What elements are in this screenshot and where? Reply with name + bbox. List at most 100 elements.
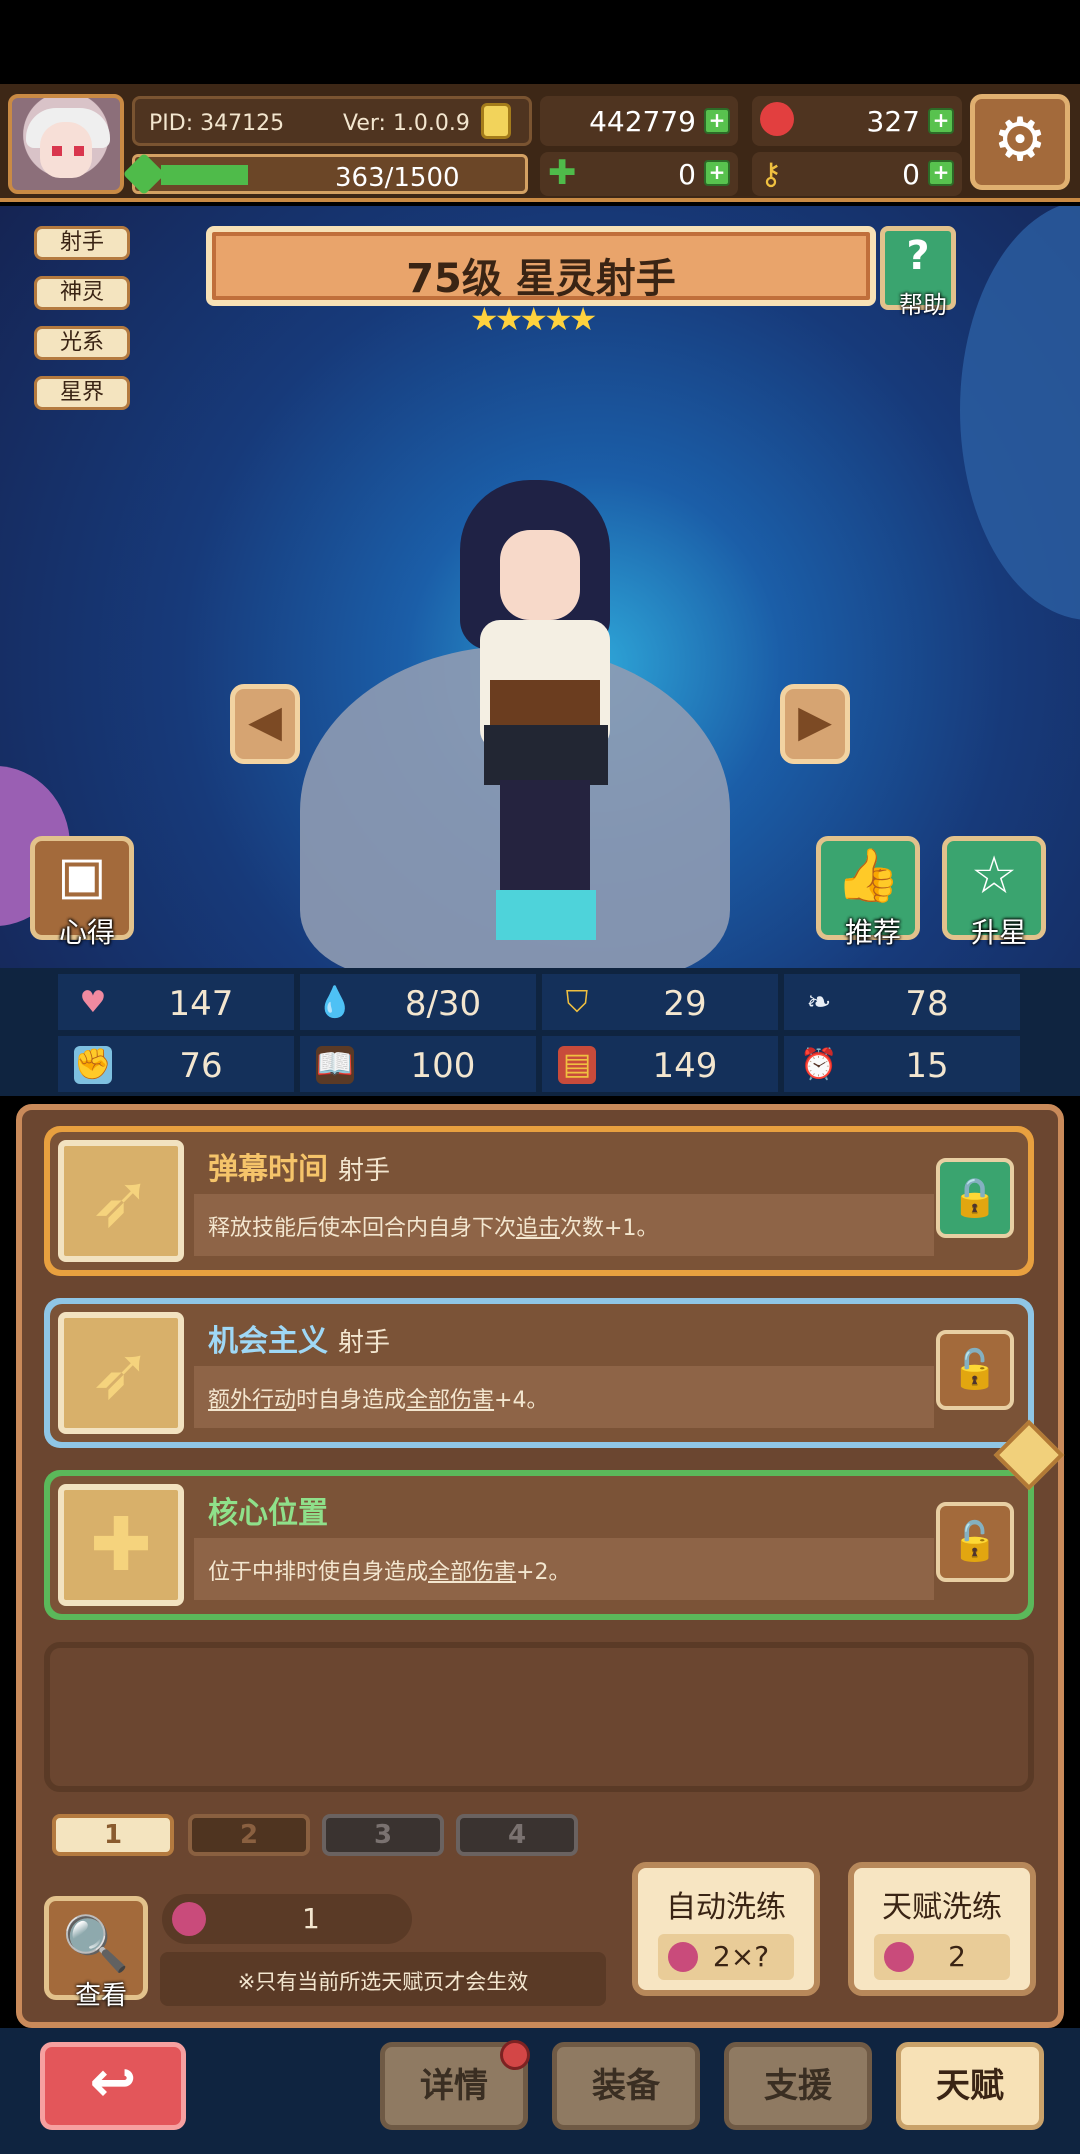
book-icon: 📖 [316,1046,354,1084]
page-tab-4[interactable]: 4 [456,1814,578,1856]
insight-label: 心得 [58,916,115,949]
fruit-icon [668,1942,698,1972]
talent-wash-button[interactable]: 天赋洗练 2 [848,1862,1036,1996]
cross-icon: ✚ [58,1484,184,1606]
nav-support[interactable]: 支援 [724,2042,872,2130]
add-clover-button[interactable]: + [704,160,730,186]
key-value: 0 [902,158,920,191]
auto-wash-label: 自动洗练 [666,1890,786,1925]
talent-wash-cost: 2 [874,1934,1010,1980]
question-icon: ? [906,233,930,279]
page-tab-2[interactable]: 2 [188,1814,310,1856]
talent-3-lock-button[interactable]: 🔓 [936,1502,1014,1582]
page-tab-3[interactable]: 3 [322,1814,444,1856]
stat-mana: 💧 8/30 [300,974,536,1030]
hero-title-banner: 75级 星灵射手 [206,226,876,306]
coin-stack-icon [481,103,511,139]
talent-1-desc: 释放技能后使本回合内自身下次追击次数+1。 [208,1216,659,1241]
gem-value: 327 [866,105,920,138]
talent-card-2[interactable]: ➶ 机会主义 射手 额外行动时自身造成全部伤害+4。 🔓 [44,1298,1034,1448]
upgrade-star-button[interactable]: ☆ 升星 [942,836,1046,949]
tag-light[interactable]: 光系 [34,326,130,360]
next-hero-button[interactable]: ▶ [780,684,850,764]
talent-1-lock-button[interactable]: 🔒 [936,1158,1014,1238]
settings-button[interactable]: ⚙ [970,94,1070,190]
view-button[interactable]: 🔍 查看 [44,1896,148,2011]
stat-attack-value: 76 [179,1046,223,1086]
arrow-right-icon: ▶ [798,696,832,747]
key-icon: ⚷ [760,157,782,192]
stamina-text: 363/1500 [335,163,460,193]
tag-archer[interactable]: 射手 [34,226,130,260]
stat-hp: ♥ 147 [58,974,294,1030]
coin-counter[interactable]: 442779 + [540,96,738,146]
recommend-button[interactable]: 👍 推荐 [816,836,920,949]
talent-3-name: 核心位置 [208,1496,328,1531]
talent-card-1[interactable]: ➶ 弹幕时间 射手 释放技能后使本回合内自身下次追击次数+1。 🔒 [44,1126,1034,1276]
thumbs-up-icon: 👍 [835,846,901,906]
key-counter[interactable]: ⚷ 0 + [752,152,962,196]
prev-hero-button[interactable]: ◀ [230,684,300,764]
star-rating: ★★★★★ [470,300,597,338]
help-button[interactable]: ? 帮助 [880,226,956,319]
stat-defense-value: 29 [663,984,707,1024]
clover-value: 0 [678,158,696,191]
wing-icon: ❧ [806,985,832,1020]
arrow-left-icon: ◀ [248,696,282,747]
page-note: ※只有当前所选天赋页才会生效 [237,1970,529,1994]
fruit-icon [884,1942,914,1972]
fruit-counter: 1 [162,1894,412,1944]
unlock-icon: 🔓 [951,1347,999,1391]
insight-button[interactable]: ▣ 心得 [30,836,134,949]
stat-attack: ✊ 76 [58,1036,294,1092]
fruit-value: 1 [302,1902,320,1935]
fruit-icon [172,1902,206,1936]
player-id-box: PID: 347125 Ver: 1.0.0.9 [132,96,532,146]
stamina-bar: 363/1500 [122,152,528,196]
stat-card-value: 149 [652,1046,718,1086]
nav-equip[interactable]: 装备 [552,2042,700,2130]
upgrade-star-label: 升星 [970,916,1027,949]
talent-3-desc: 位于中排时使自身造成全部伤害+2。 [208,1560,571,1585]
clover-counter[interactable]: ✚ 0 + [540,152,738,196]
stat-crit-value: 15 [905,1046,949,1086]
gem-icon [760,102,794,136]
gear-icon: ⚙ [993,105,1047,175]
talent-empty-slot [44,1642,1034,1792]
card-icon: ▤ [558,1046,596,1084]
recommend-label: 推荐 [844,916,901,949]
water-drop-icon: 💧 [316,985,354,1020]
page-tab-1[interactable]: 1 [52,1814,174,1856]
note-box: ※只有当前所选天赋页才会生效 [160,1952,606,2006]
auto-wash-button[interactable]: 自动洗练 2×? [632,1862,820,1996]
stat-card: ▤ 149 [542,1036,778,1092]
heart-icon: ♥ [79,985,107,1020]
add-gem-button[interactable]: + [928,108,954,134]
stat-speed: ❧ 78 [784,974,1020,1030]
talent-2-lock-button[interactable]: 🔓 [936,1330,1014,1410]
bow-icon: ➶ [58,1312,184,1434]
hero-sprite[interactable] [440,480,650,960]
back-button[interactable]: ↩ [40,2042,186,2130]
add-coin-button[interactable]: + [704,108,730,134]
hero-title: 75级 星灵射手 [406,256,676,302]
fist-icon: ✊ [74,1046,112,1084]
planet-right [960,206,1080,620]
notification-badge [500,2040,530,2070]
talent-wash-label: 天赋洗练 [882,1890,1002,1925]
talent-1-name: 弹幕时间 射手 [208,1152,391,1187]
stat-speed-value: 78 [905,984,949,1024]
tag-astral[interactable]: 星界 [34,376,130,410]
stat-magic-value: 100 [410,1046,476,1086]
gem-counter[interactable]: 327 + [752,96,962,146]
shield-icon: ⛉ [565,985,589,1020]
tag-deity[interactable]: 神灵 [34,276,130,310]
talent-card-3[interactable]: ✚ 核心位置 位于中排时使自身造成全部伤害+2。 🔓 [44,1470,1034,1620]
add-key-button[interactable]: + [928,160,954,186]
talent-2-name: 机会主义 射手 [208,1324,391,1359]
player-avatar[interactable] [8,94,124,194]
nav-talent[interactable]: 天赋 [896,2042,1044,2130]
help-label: 帮助 [899,291,947,319]
status-bar [0,0,1080,84]
player-id: PID: 347125 [149,111,285,136]
